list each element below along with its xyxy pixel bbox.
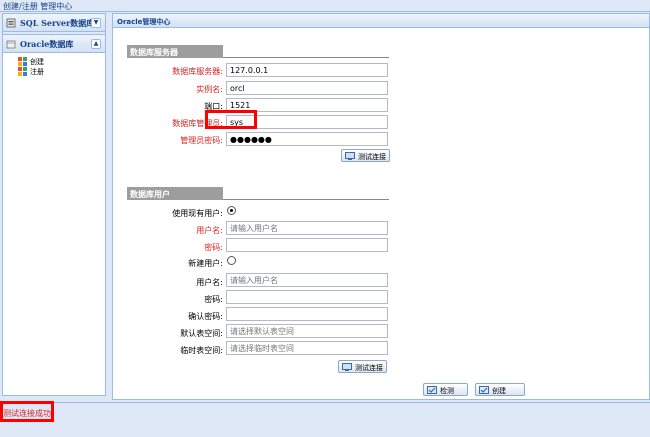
sidebar: SQL Server数据库 ▼ Oracle数据库 ▲ 创建 注册: [2, 13, 106, 396]
sidebar-header-label: Oracle数据库: [20, 39, 74, 49]
temp-tablespace-label: 临时表空间:: [180, 346, 223, 355]
confirm-password-input[interactable]: [226, 307, 388, 321]
button-label: 测试连接: [355, 364, 383, 372]
status-bar: 测试连接成功: [0, 402, 650, 437]
sidebar-item-label: 注册: [30, 68, 44, 76]
use-existing-radio[interactable]: [227, 206, 236, 215]
section-title: 数据库用户: [127, 187, 223, 200]
sidebar-header-oracle[interactable]: Oracle数据库 ▲: [3, 35, 105, 53]
sidebar-header-label: SQL Server数据库: [20, 18, 95, 28]
sidebar-item-create[interactable]: 创建: [3, 56, 105, 66]
temp-tablespace-select[interactable]: [226, 341, 388, 355]
create-icon: [479, 386, 489, 394]
new-password-input[interactable]: [226, 290, 388, 304]
server-input[interactable]: [226, 63, 388, 77]
section-title: 数据库服务器: [127, 45, 223, 58]
server-label: 数据库服务器:: [172, 67, 223, 76]
existing-password-label: 密码:: [204, 243, 223, 252]
server-section-header: 数据库服务器: [127, 45, 389, 58]
admin-password-label: 管理员密码:: [180, 136, 223, 145]
confirm-password-label: 确认密码:: [188, 312, 223, 321]
existing-password-input[interactable]: [226, 238, 388, 252]
button-label: 检测: [440, 387, 454, 395]
monitor-icon: [345, 152, 355, 160]
create-icon: [18, 57, 27, 66]
default-tablespace-label: 默认表空间:: [180, 329, 223, 338]
new-user-radio[interactable]: [227, 256, 236, 265]
instance-input[interactable]: [226, 81, 388, 95]
use-existing-label: 使用现有用户:: [172, 209, 223, 218]
new-username-input[interactable]: [226, 273, 388, 287]
create-button[interactable]: 创建: [475, 383, 525, 396]
status-highlight-box: [0, 401, 54, 422]
window-title: 创建/注册 管理中心: [3, 2, 73, 11]
new-password-label: 密码:: [204, 295, 223, 304]
instance-label: 实例名:: [196, 85, 223, 94]
sidebar-item-register[interactable]: 注册: [3, 66, 105, 76]
button-label: 创建: [492, 387, 506, 395]
sidebar-header-sql-server[interactable]: SQL Server数据库 ▼: [3, 14, 105, 32]
admin-password-input[interactable]: [226, 132, 388, 146]
check-button[interactable]: 检测: [423, 383, 468, 396]
main-panel-header: Oracle管理中心: [113, 14, 649, 28]
new-username-label: 用户名:: [196, 278, 223, 287]
user-test-connection-button[interactable]: 测试连接: [338, 360, 387, 373]
chevron-down-icon[interactable]: ▼: [91, 18, 101, 28]
page-title: Oracle管理中心: [117, 18, 171, 26]
user-section-header: 数据库用户: [127, 187, 389, 200]
check-icon: [427, 386, 437, 394]
window-titlebar: 创建/注册 管理中心: [0, 0, 650, 12]
database-icon: [6, 18, 16, 28]
folder-icon: [6, 40, 16, 49]
monitor-icon: [342, 363, 352, 371]
existing-username-label: 用户名:: [196, 226, 223, 235]
button-label: 测试连接: [358, 153, 386, 161]
existing-username-input[interactable]: [226, 221, 388, 235]
default-tablespace-select[interactable]: [226, 324, 388, 338]
server-test-connection-button[interactable]: 测试连接: [341, 149, 390, 162]
chevron-up-icon[interactable]: ▲: [91, 39, 101, 49]
new-user-label: 新建用户:: [188, 259, 223, 268]
register-icon: [18, 67, 27, 76]
admin-highlight-box: [205, 110, 257, 129]
